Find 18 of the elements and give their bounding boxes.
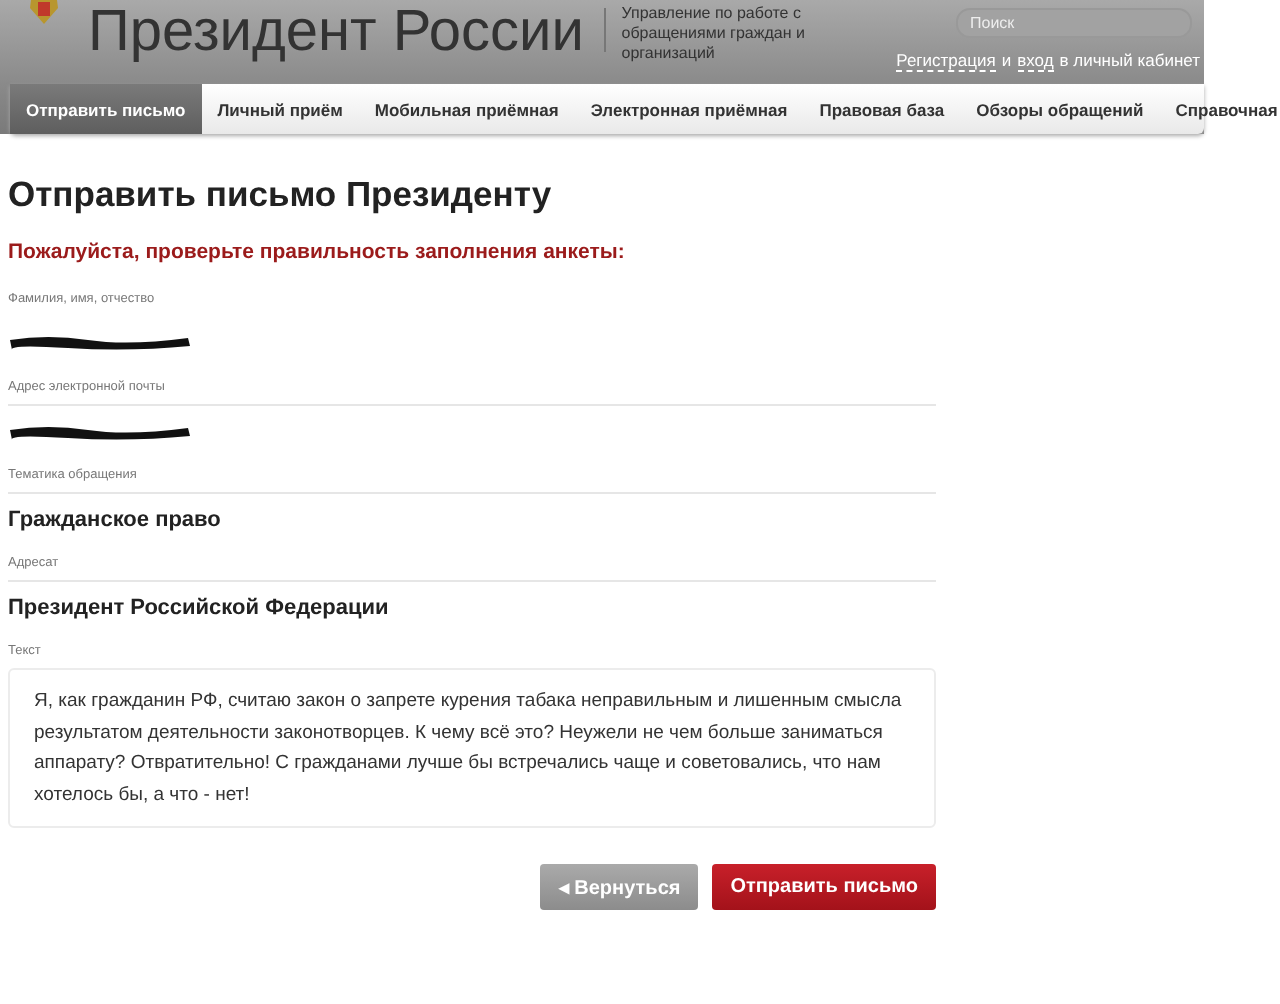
field-value: Президент Российской Федерации [8, 596, 391, 620]
message-text: Я, как гражданин РФ, считаю закон о запрете курения табака неправильным и лишенным смысла результатом деятельности законотворцев. К чему всё это? Неужели не чем больше заниматься аппарату? Отвратительно! С гражданами лучше бы встречались чаще и советовались, что нам хотелось бы, а что - нет! [8, 668, 936, 828]
nav-tab[interactable]: Отправить письмо [10, 84, 202, 134]
nav-tab[interactable]: Личный приём [201, 84, 359, 134]
send-button[interactable]: Отправить письмо [712, 864, 936, 910]
field-value: Гражданское право [8, 508, 223, 532]
nav-tab[interactable]: Правовая база [803, 84, 961, 134]
nav-tab[interactable]: Справочная [1159, 84, 1280, 134]
site-title: Президент России [88, 0, 584, 64]
nav-tab[interactable]: Мобильная приёмная [358, 84, 575, 134]
notice-text: Пожалуйста, проверьте правильность заполнения анкеты: [8, 240, 627, 264]
link-text: и [1001, 50, 1012, 72]
search-field[interactable]: Поиск [956, 8, 1192, 38]
page-title: Отправить письмо Президенту [8, 174, 554, 216]
site-subtitle: Управление по работе с обращениями граждан и организаций [621, 4, 807, 64]
nav-tab[interactable]: Электронная приёмная [574, 84, 804, 134]
link-text: в личный кабинет [1059, 50, 1200, 72]
nav-tab[interactable]: Обзоры обращений [960, 84, 1160, 134]
